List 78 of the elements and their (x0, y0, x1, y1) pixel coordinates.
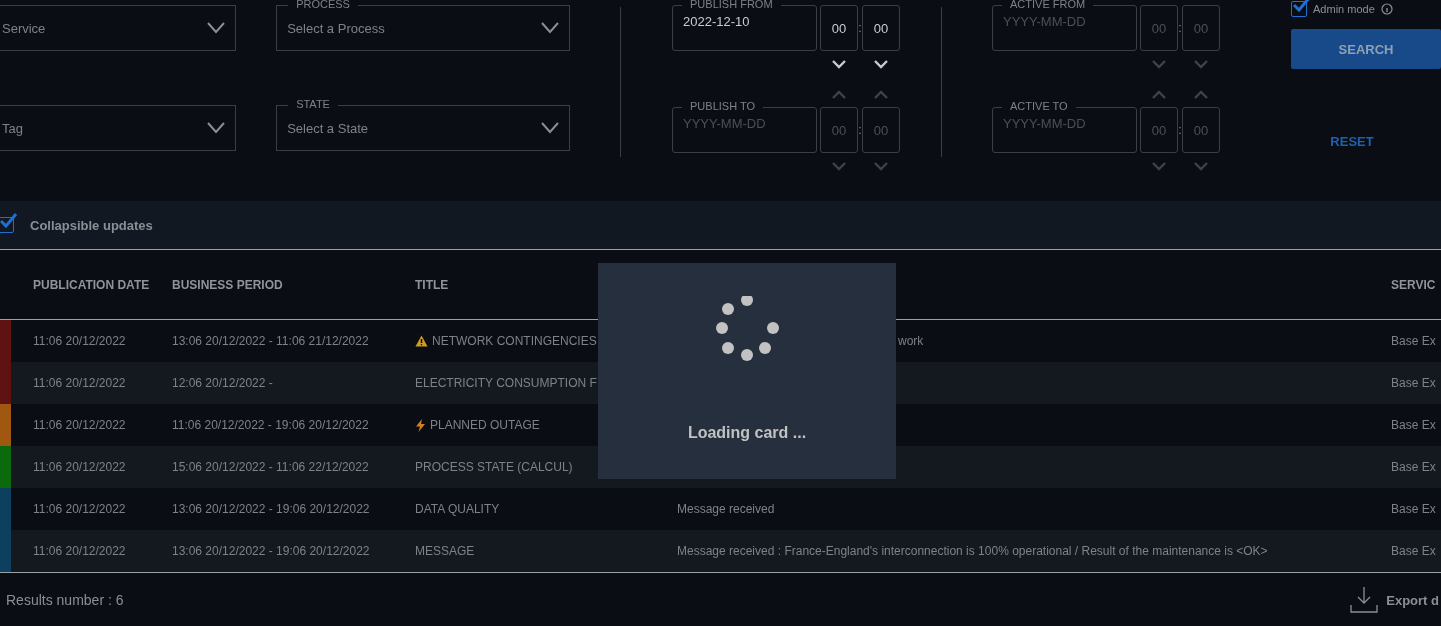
lightning-icon (415, 418, 426, 432)
column-header[interactable]: PUBLICATION DATE (33, 277, 150, 292)
chevron-down-icon (874, 59, 889, 69)
table-cell-text: Base Ex (1391, 334, 1437, 348)
minute-field[interactable]: 00 (862, 5, 901, 51)
table-cell-text: 13:06 20/12/2022 - 11:06 21/12/2022 (172, 334, 370, 348)
table-cell: PROCESS STATE (CALCUL) (415, 460, 573, 474)
chevron-down-icon (207, 122, 226, 134)
loading-text: Loading card ... (687, 424, 807, 442)
info-icon (1380, 3, 1393, 15)
warning-icon (415, 335, 428, 347)
table-cell-text: 11:06 20/12/2022 (32, 460, 127, 474)
table-cell: DATA QUALITY (415, 502, 500, 516)
search-button[interactable]: SEARCH (1291, 29, 1441, 69)
chevron-down-icon (541, 122, 560, 134)
field-label: PROCESS (288, 0, 358, 11)
field-label: PUBLISH FROM (682, 0, 781, 11)
table-cell: Message received (677, 502, 775, 516)
field-label: STATE (288, 98, 338, 111)
admin-mode-checkbox[interactable] (1291, 1, 1307, 17)
table-cell: work (898, 334, 924, 348)
time-separator: : (858, 21, 863, 35)
table-cell-text: 11:06 20/12/2022 (32, 334, 127, 348)
table-cell-text: 13:06 20/12/2022 - 19:06 20/12/2022 (172, 544, 371, 558)
chevron-down-icon (1152, 59, 1166, 69)
table-cell-text: 11:06 20/12/2022 - 19:06 20/12/2022 (172, 418, 370, 432)
column-header[interactable]: BUSINESS PERIOD (172, 277, 283, 292)
download-icon (1350, 586, 1379, 614)
table-cell-text: 11:06 20/12/2022 (32, 376, 127, 390)
table-cell-text: Base Ex (1391, 502, 1437, 516)
table-cell-text: 11:06 20/12/2022 (32, 418, 127, 432)
field-label: ACTIVE TO (1002, 100, 1076, 113)
chevron-down-icon (1152, 161, 1166, 171)
chevron-down-icon (541, 22, 560, 34)
chevron-down-icon (832, 59, 847, 69)
table-cell-text: Base Ex (1391, 544, 1437, 558)
chevron-up-icon (1194, 89, 1208, 99)
column-header[interactable]: TITLE (415, 277, 449, 292)
minute-field[interactable]: 00 (1182, 107, 1220, 153)
table-cell-text: 12:06 20/12/2022 - (172, 376, 274, 390)
chevron-up-icon (1152, 89, 1166, 99)
chevron-down-icon (1194, 161, 1208, 171)
table-cell-text: 13:06 20/12/2022 - 19:06 20/12/2022 (172, 502, 371, 516)
chevron-down-icon (1194, 59, 1208, 69)
time-separator: : (1178, 21, 1182, 35)
table-cell: ELECTRICITY CONSUMPTION F (415, 376, 597, 390)
table-cell-text: Base Ex (1391, 376, 1437, 390)
column-header[interactable]: SERVIC (1391, 277, 1436, 292)
hour-field[interactable]: 00 (820, 5, 859, 51)
field-label: PUBLISH TO (682, 100, 764, 113)
chevron-down-icon (874, 161, 889, 171)
chevron-up-icon (874, 89, 889, 99)
chevron-down-icon (207, 22, 226, 34)
table-cell: PLANNED OUTAGE (430, 418, 540, 432)
table-cell: MESSAGE (415, 544, 475, 558)
hour-field[interactable]: 00 (820, 107, 859, 153)
chevron-up-icon (832, 89, 847, 99)
table-cell-text: Base Ex (1391, 418, 1437, 432)
time-separator: : (1178, 123, 1182, 137)
select-field[interactable]: Tag (0, 105, 237, 151)
table-cell-text: 11:06 20/12/2022 (32, 544, 127, 558)
select-field[interactable]: Service (0, 5, 237, 51)
hour-field[interactable]: 00 (1140, 5, 1178, 51)
hour-field[interactable]: 00 (1140, 107, 1178, 153)
collapsible-label: Collapsible updates (30, 217, 153, 233)
results-count: Results number : 6 (6, 592, 124, 608)
time-separator: : (858, 123, 863, 137)
table-cell-text: Base Ex (1391, 460, 1437, 474)
admin-mode-label: Admin mode (1313, 3, 1375, 15)
export-button[interactable]: Export d (1386, 592, 1439, 608)
minute-field[interactable]: 00 (1182, 5, 1220, 51)
table-cell: NETWORK CONTINGENCIES (432, 334, 597, 348)
minute-field[interactable]: 00 (862, 107, 901, 153)
field-label: ACTIVE FROM (1002, 0, 1094, 11)
table-cell: Message received : France-England's interconnection is 100% operational / Result of the maintenance is <OK> (677, 544, 1268, 558)
table-cell-text: 15:06 20/12/2022 - 11:06 22/12/2022 (172, 460, 370, 474)
chevron-down-icon (832, 161, 847, 171)
table-cell-text: 11:06 20/12/2022 (32, 502, 127, 516)
